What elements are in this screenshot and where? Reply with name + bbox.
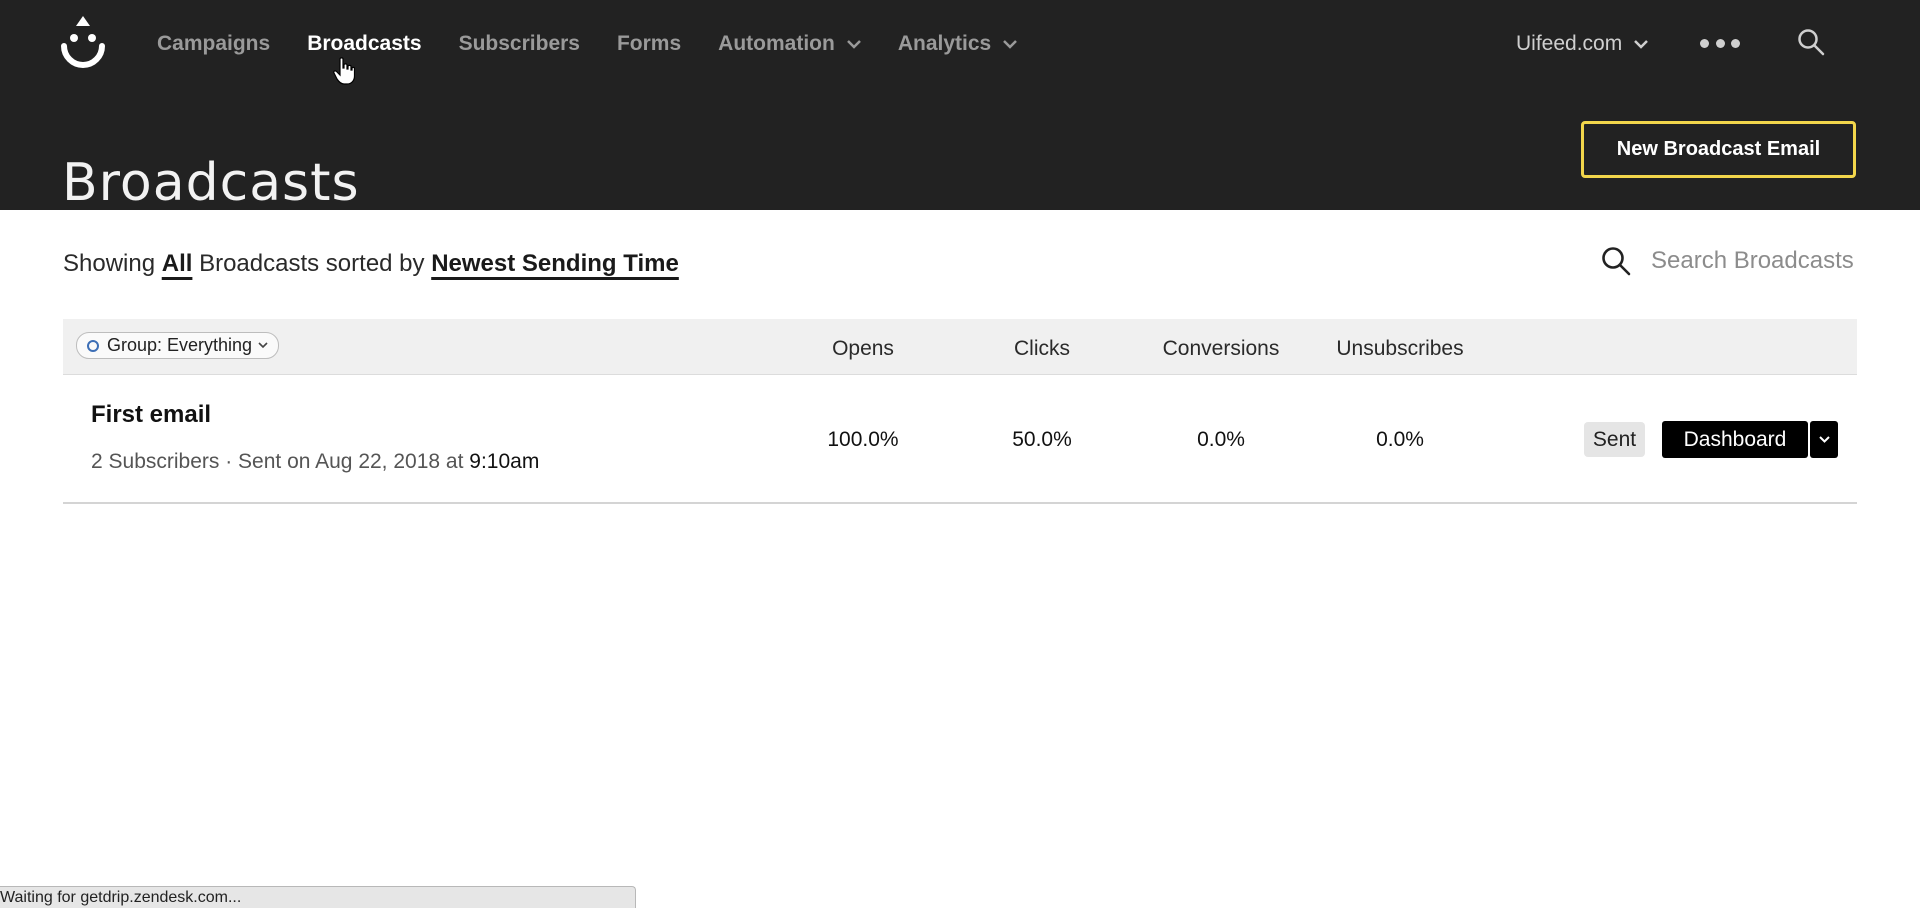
broadcast-search [1601,246,1861,276]
drip-logo-icon[interactable] [60,14,106,74]
broadcast-meta-text: 2 Subscribers · Sent on Aug 22, 2018 at [91,450,464,473]
dot [1700,38,1709,48]
chevron-down-icon [258,342,268,349]
nav-item-label: Analytics [897,32,992,55]
scope-filter-link[interactable]: All [162,250,193,277]
dot [1715,38,1725,48]
nav-item-forms[interactable]: Forms [617,32,681,56]
account-switcher[interactable]: Uifeed.com [1516,30,1649,58]
group-dot-icon [87,339,99,352]
group-filter-label: Group: Everything [107,335,253,355]
column-header-unsubscribes: Unsubscribes [1336,337,1464,360]
chevron-down-icon [1818,436,1830,443]
search-input[interactable] [1651,247,1861,275]
column-header-opens: Opens [832,337,894,360]
group-filter-dropdown[interactable]: Group: Everything [76,332,280,359]
status-badge: Sent [1584,422,1645,457]
nav-item-label: Broadcasts [307,32,422,55]
nav-item-campaigns[interactable]: Campaigns [157,32,270,56]
broadcast-time: 9:10am [469,450,540,473]
search-icon[interactable] [1797,28,1825,56]
unsubscribes-value: 0.0% [1376,428,1424,451]
page-title: Broadcasts [62,152,360,213]
nav-item-label: Campaigns [157,32,271,55]
chevron-down-icon [1003,39,1018,49]
opens-value: 100.0% [827,428,899,451]
browser-status-bar: Waiting for getdrip.zendesk.com... [0,886,636,908]
nav-item-broadcasts[interactable]: Broadcasts [307,32,421,56]
sort-order-link[interactable]: Newest Sending Time [431,250,679,277]
nav-item-label: Subscribers [458,32,580,55]
new-broadcast-button[interactable]: New Broadcast Email [1581,121,1856,178]
showing-label: Showing [63,250,156,277]
table-header: Group: Everything Opens Clicks Conversio… [63,319,1857,375]
hand-pointer-icon [333,57,355,85]
main-nav: Campaigns Broadcasts Subscribers Forms A… [157,28,1054,60]
dashboard-button[interactable]: Dashboard [1662,421,1808,458]
sorted-by-label: Broadcasts sorted by [199,250,425,277]
nav-item-label: Forms [616,32,682,55]
chevron-down-icon [846,39,861,49]
broadcast-title-link[interactable]: First email [91,401,211,429]
search-icon[interactable] [1601,246,1631,276]
column-header-clicks: Clicks [1014,337,1070,360]
table-row: First email 2 Subscribers · Sent on Aug … [63,376,1857,504]
nav-item-automation[interactable]: Automation [718,32,861,56]
chevron-down-icon [1634,39,1649,49]
showing-summary: Showing All Broadcasts sorted by Newest … [63,250,679,278]
dot [1731,38,1740,48]
dashboard-menu-toggle[interactable] [1810,421,1838,458]
conversions-value: 0.0% [1197,428,1245,451]
account-label: Uifeed.com [1516,32,1623,55]
column-header-conversions: Conversions [1162,337,1280,360]
clicks-value: 50.0% [1012,428,1072,451]
nav-item-subscribers[interactable]: Subscribers [459,32,580,56]
nav-item-analytics[interactable]: Analytics [897,32,1018,56]
top-header: Campaigns Broadcasts Subscribers Forms A… [0,0,1920,213]
broadcast-meta: 2 Subscribers · Sent on Aug 22, 2018 at … [91,450,539,474]
more-dots-icon[interactable] [1700,32,1740,54]
nav-item-label: Automation [718,32,835,55]
